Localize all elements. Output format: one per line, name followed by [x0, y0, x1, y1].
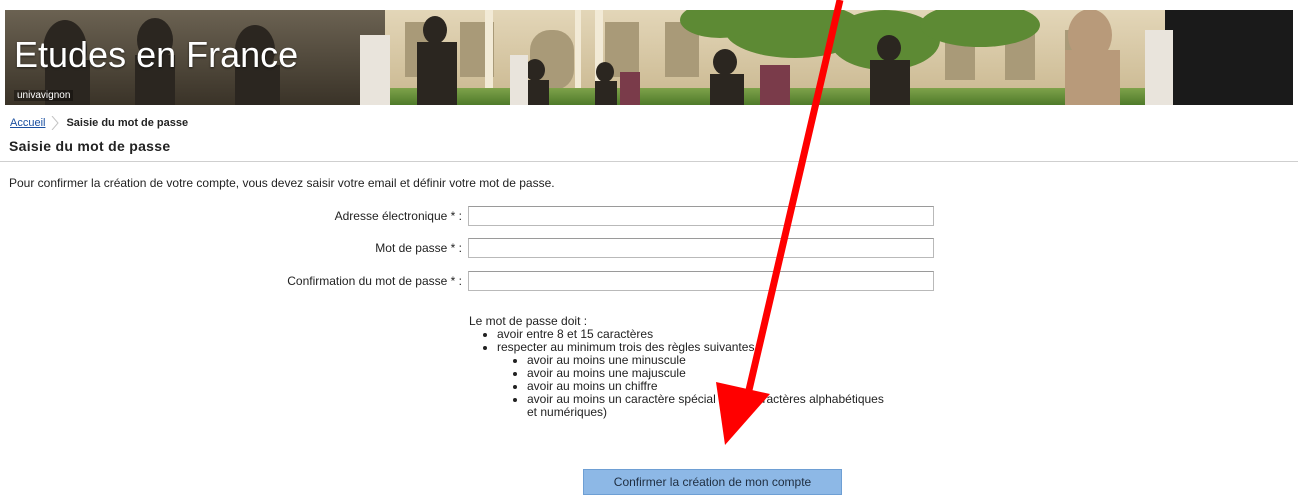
- rule-min-three: respecter au minimum trois des règles su…: [497, 341, 887, 419]
- breadcrumb-home-link[interactable]: Accueil: [10, 117, 45, 129]
- confirm-account-button[interactable]: Confirmer la création de mon compte: [583, 469, 842, 495]
- breadcrumb-chevron-icon: [52, 116, 60, 130]
- rules-list: avoir entre 8 et 15 caractères respecter…: [469, 328, 887, 419]
- rule-min-three-label: respecter au minimum trois des règles su…: [497, 340, 762, 354]
- breadcrumb-current: Saisie du mot de passe: [66, 117, 189, 129]
- password-row: Mot de passe * :: [0, 238, 940, 260]
- password-label: Mot de passe * :: [375, 241, 462, 255]
- page: Etudes en France univavignon Accueil Sai…: [0, 0, 1298, 495]
- email-input[interactable]: [468, 206, 934, 226]
- email-row: Adresse électronique * :: [0, 206, 940, 228]
- sub-rules-list: avoir au moins une minuscule avoir au mo…: [497, 354, 887, 419]
- rule-special: avoir au moins un caractère spécial (hor…: [527, 393, 887, 419]
- title-divider: [0, 161, 1298, 162]
- password-rules: Le mot de passe doit : avoir entre 8 et …: [469, 315, 887, 419]
- confirm-password-row: Confirmation du mot de passe * :: [0, 271, 940, 293]
- header-banner: Etudes en France univavignon: [5, 10, 1293, 105]
- breadcrumb: Accueil Saisie du mot de passe: [10, 116, 188, 130]
- site-title: Etudes en France: [14, 34, 299, 75]
- confirm-password-input[interactable]: [468, 271, 934, 291]
- email-label: Adresse électronique * :: [334, 209, 462, 223]
- intro-text: Pour confirmer la création de votre comp…: [9, 176, 555, 190]
- site-subtitle: univavignon: [14, 90, 74, 101]
- password-input[interactable]: [468, 238, 934, 258]
- confirm-password-label: Confirmation du mot de passe * :: [287, 274, 462, 288]
- page-title: Saisie du mot de passe: [9, 138, 171, 154]
